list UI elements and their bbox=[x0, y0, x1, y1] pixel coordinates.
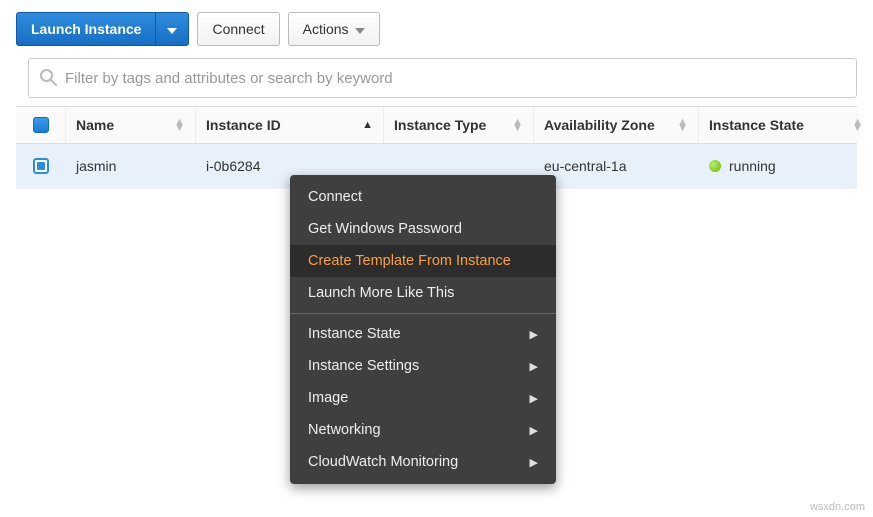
caret-down-icon bbox=[355, 21, 365, 37]
col-availability-zone[interactable]: Availability Zone ▲▼ bbox=[534, 107, 699, 143]
col-label: Instance ID bbox=[206, 117, 281, 133]
menu-separator bbox=[290, 313, 556, 314]
menu-create-template[interactable]: Create Template From Instance bbox=[290, 245, 556, 277]
col-instance-id[interactable]: Instance ID ▲ bbox=[196, 107, 384, 143]
menu-label: Connect bbox=[308, 189, 362, 205]
cell-availability-zone: eu-central-1a bbox=[534, 144, 699, 188]
launch-instance-dropdown-button[interactable] bbox=[155, 12, 189, 46]
col-instance-state[interactable]: Instance State ▲▼ bbox=[699, 107, 873, 143]
col-label: Availability Zone bbox=[544, 117, 655, 133]
col-label: Name bbox=[76, 117, 114, 133]
col-instance-type[interactable]: Instance Type ▲▼ bbox=[384, 107, 534, 143]
menu-connect[interactable]: Connect bbox=[290, 181, 556, 213]
search-region bbox=[0, 58, 873, 106]
chevron-right-icon: ▶ bbox=[530, 360, 538, 373]
menu-instance-settings[interactable]: Instance Settings ▶ bbox=[290, 350, 556, 382]
toolbar: Launch Instance Connect Actions bbox=[0, 0, 873, 58]
menu-get-windows-password[interactable]: Get Windows Password bbox=[290, 213, 556, 245]
context-menu: Connect Get Windows Password Create Temp… bbox=[290, 175, 556, 484]
select-all-checkbox[interactable] bbox=[33, 117, 49, 133]
menu-label: Instance State bbox=[308, 326, 401, 342]
col-name[interactable]: Name ▲▼ bbox=[66, 107, 196, 143]
menu-label: Launch More Like This bbox=[308, 285, 454, 301]
launch-instance-button[interactable]: Launch Instance bbox=[16, 12, 156, 46]
menu-label: Instance Settings bbox=[308, 358, 419, 374]
search-icon bbox=[39, 68, 57, 89]
actions-label: Actions bbox=[303, 21, 349, 37]
sort-icon: ▲▼ bbox=[852, 119, 863, 131]
row-select-cell[interactable] bbox=[16, 144, 66, 188]
cell-value: running bbox=[729, 158, 776, 174]
sort-icon: ▲▼ bbox=[174, 119, 185, 131]
menu-label: CloudWatch Monitoring bbox=[308, 454, 458, 470]
sort-icon: ▲▼ bbox=[677, 119, 688, 131]
menu-instance-state[interactable]: Instance State ▶ bbox=[290, 318, 556, 350]
menu-networking[interactable]: Networking ▶ bbox=[290, 414, 556, 446]
search-input[interactable] bbox=[65, 70, 846, 87]
sort-icon: ▲▼ bbox=[512, 119, 523, 131]
launch-instance-group: Launch Instance bbox=[16, 12, 189, 46]
cell-value: i-0b6284 bbox=[206, 158, 261, 174]
row-checkbox[interactable] bbox=[33, 158, 49, 174]
col-label: Instance Type bbox=[394, 117, 486, 133]
col-label: Instance State bbox=[709, 117, 804, 133]
menu-label: Create Template From Instance bbox=[308, 253, 511, 269]
caret-down-icon bbox=[167, 21, 177, 37]
footer-watermark: wsxdn.com bbox=[810, 501, 865, 513]
menu-label: Get Windows Password bbox=[308, 221, 462, 237]
actions-button[interactable]: Actions bbox=[288, 12, 380, 46]
sort-asc-icon: ▲ bbox=[362, 119, 373, 131]
cell-name: jasmin bbox=[66, 144, 196, 188]
cell-value: jasmin bbox=[76, 158, 116, 174]
connect-button[interactable]: Connect bbox=[197, 12, 279, 46]
cell-instance-state: running bbox=[699, 144, 873, 188]
menu-cloudwatch[interactable]: CloudWatch Monitoring ▶ bbox=[290, 446, 556, 478]
menu-label: Networking bbox=[308, 422, 381, 438]
chevron-right-icon: ▶ bbox=[530, 424, 538, 437]
menu-label: Image bbox=[308, 390, 348, 406]
menu-image[interactable]: Image ▶ bbox=[290, 382, 556, 414]
table-header-row: Name ▲▼ Instance ID ▲ Instance Type ▲▼ A… bbox=[16, 106, 857, 144]
cell-value: eu-central-1a bbox=[544, 158, 627, 174]
chevron-right-icon: ▶ bbox=[530, 392, 538, 405]
search-box[interactable] bbox=[28, 58, 857, 98]
select-all-cell[interactable] bbox=[16, 107, 66, 143]
menu-launch-more[interactable]: Launch More Like This bbox=[290, 277, 556, 309]
chevron-right-icon: ▶ bbox=[530, 328, 538, 341]
chevron-right-icon: ▶ bbox=[530, 456, 538, 469]
running-status-icon bbox=[709, 160, 721, 172]
